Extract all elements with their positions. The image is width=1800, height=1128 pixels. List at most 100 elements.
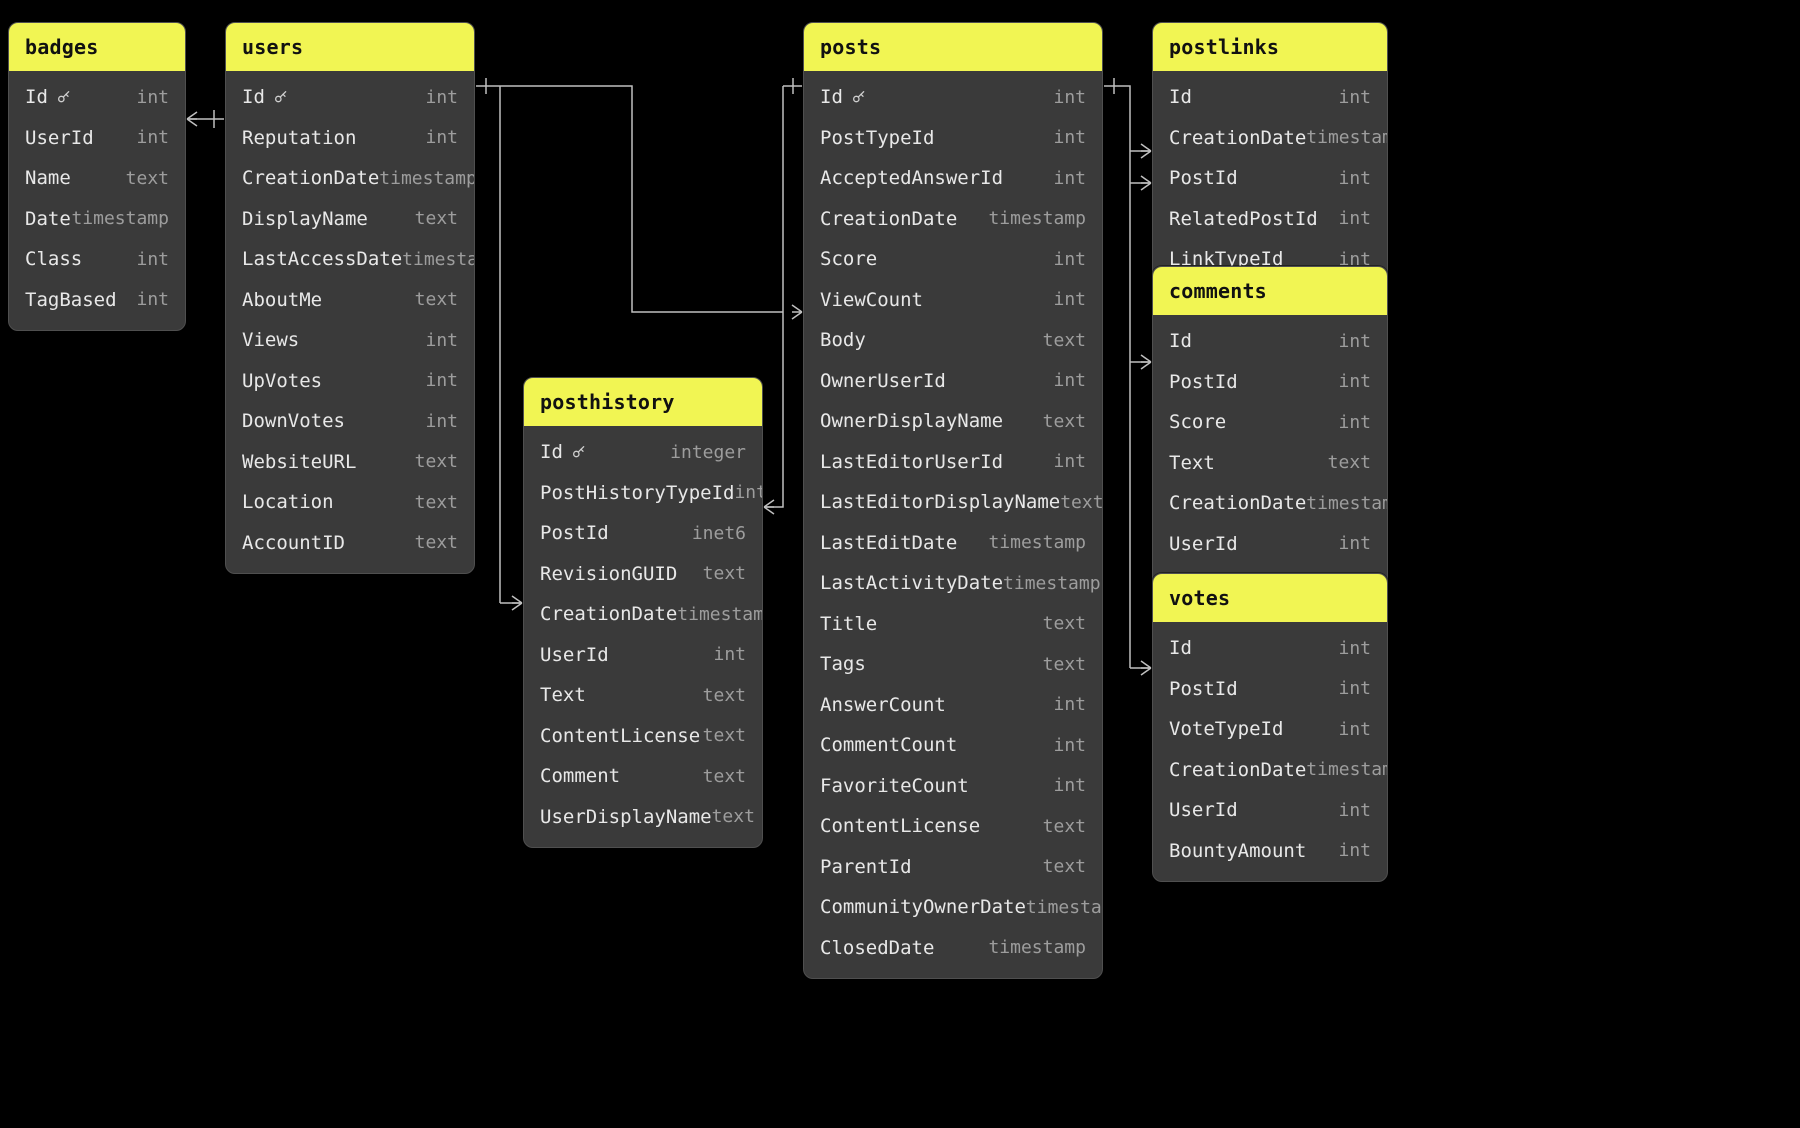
column-name-text: CreationDate [1169,489,1306,518]
column-row: DisplayName text [226,199,474,240]
column-row: CreationDatetimestamp [1153,750,1387,791]
column-type: text [712,803,755,830]
column-name: Text [1169,449,1215,478]
column-type: int [1053,732,1086,759]
column-name-text: CreationDate [1169,124,1306,153]
column-name-text: AboutMe [242,286,322,315]
column-name-text: Id [540,438,563,467]
column-name: LastEditorUserId [820,448,1003,477]
column-name: PostId [540,519,609,548]
column-row: CreationDatetimestamp [804,199,1102,240]
column-row: ContentLicensetext [524,716,762,757]
column-type: text [703,763,746,790]
column-row: DownVotesint [226,401,474,442]
table-users[interactable]: usersIdintReputationintCreationDatetimes… [225,22,475,574]
column-name-text: Tags [820,650,866,679]
column-type: int [1053,691,1086,718]
column-name: Score [820,245,877,274]
column-row: LastEditorUserIdint [804,442,1102,483]
column-name: DisplayName [242,205,368,234]
table-posthistory[interactable]: posthistoryIdintegerPostHistoryTypeIdint… [523,377,763,848]
column-name-text: DownVotes [242,407,345,436]
column-name-text: CreationDate [242,164,379,193]
column-type: int [1053,772,1086,799]
column-row: Reputationint [226,118,474,159]
column-name: RevisionGUID [540,560,677,589]
column-name: ContentLicense [540,722,700,751]
column-row: FavoriteCount int [804,766,1102,807]
column-type: int [734,479,763,506]
column-name-text: Date [25,205,71,234]
column-name-text: AccountID [242,529,345,558]
table-header: postlinks [1153,23,1387,71]
column-name-text: UserId [1169,530,1238,559]
table-posts[interactable]: postsIdintPostTypeIdintAcceptedAnswerIdi… [803,22,1103,979]
column-row: Idinteger [524,432,762,473]
column-type: text [703,682,746,709]
column-row: Idint [1153,321,1387,362]
column-type: text [415,286,458,313]
column-type: text [1043,408,1086,435]
column-name-text: LastEditorDisplayName [820,488,1060,517]
column-type: timestamp [677,601,763,628]
table-comments[interactable]: commentsIdintPostIdintScoreintTexttextCr… [1152,266,1388,616]
column-name: ClosedDate [820,934,934,963]
column-name: Id [1169,634,1192,663]
column-row: CreationDatetimestamp [1153,118,1387,159]
column-row: LastActivityDatetimestamp [804,563,1102,604]
column-name: Class [25,245,82,274]
column-name-text: Text [1169,449,1215,478]
column-row: Idint [1153,77,1387,118]
column-name: OwnerDisplayName [820,407,1003,436]
column-row: PostIdint [1153,158,1387,199]
column-type: text [1328,449,1371,476]
column-type: text [415,205,458,232]
column-name: Id [820,83,867,112]
column-type: timestamp [1306,490,1388,517]
column-type: int [1338,635,1371,662]
column-row: Classint [9,239,185,280]
column-row: Texttext [524,675,762,716]
table-badges[interactable]: badgesIdintUserIdintNametextDatetimestam… [8,22,186,331]
column-name-text: CommentCount [820,731,957,760]
column-name-text: OwnerUserId [820,367,946,396]
column-name: CommentCount [820,731,957,760]
column-row: WebsiteURL text [226,442,474,483]
column-name: WebsiteURL [242,448,356,477]
column-type: text [415,448,458,475]
column-row: Id int [1153,628,1387,669]
table-header: votes [1153,574,1387,622]
column-name-text: ClosedDate [820,934,934,963]
column-name: AnswerCount [820,691,946,720]
column-row: UserIdint [524,635,762,676]
column-name: OwnerUserId [820,367,946,396]
column-name-text: ParentId [820,853,912,882]
column-name-text: UserDisplayName [540,803,712,832]
table-votes[interactable]: votesIdintPostIdintVoteTypeIdintCreation… [1152,573,1388,882]
column-name: CreationDate [1169,756,1306,785]
column-type: int [1053,165,1086,192]
column-name: Views [242,326,299,355]
column-name-text: UserId [540,641,609,670]
column-name: LastActivityDate [820,569,1003,598]
column-name-text: UserId [25,124,94,153]
column-row: PostIdint [1153,669,1387,710]
column-type: text [703,722,746,749]
column-name-text: BountyAmount [1169,837,1306,866]
column-name-text: Id [1169,327,1192,356]
key-icon [851,89,867,105]
column-list: IdintPostIdintScoreintTexttextCreationDa… [1153,315,1387,615]
column-row: PostHistoryTypeIdint [524,473,762,514]
column-row: PostIdint [1153,362,1387,403]
column-name-text: PostTypeId [820,124,934,153]
column-type: timestamp [1026,894,1103,921]
table-postlinks[interactable]: postlinks IdintCreationDatetimestampPostI… [1152,22,1388,291]
column-row: Datetimestamp [9,199,185,240]
column-row: Tagstext [804,644,1102,685]
column-type: text [1043,813,1086,840]
column-name: CreationDate [242,164,379,193]
column-name: FavoriteCount [820,772,969,801]
column-type: int [1338,530,1371,557]
column-name: Comment [540,762,620,791]
column-name: Id [540,438,587,467]
